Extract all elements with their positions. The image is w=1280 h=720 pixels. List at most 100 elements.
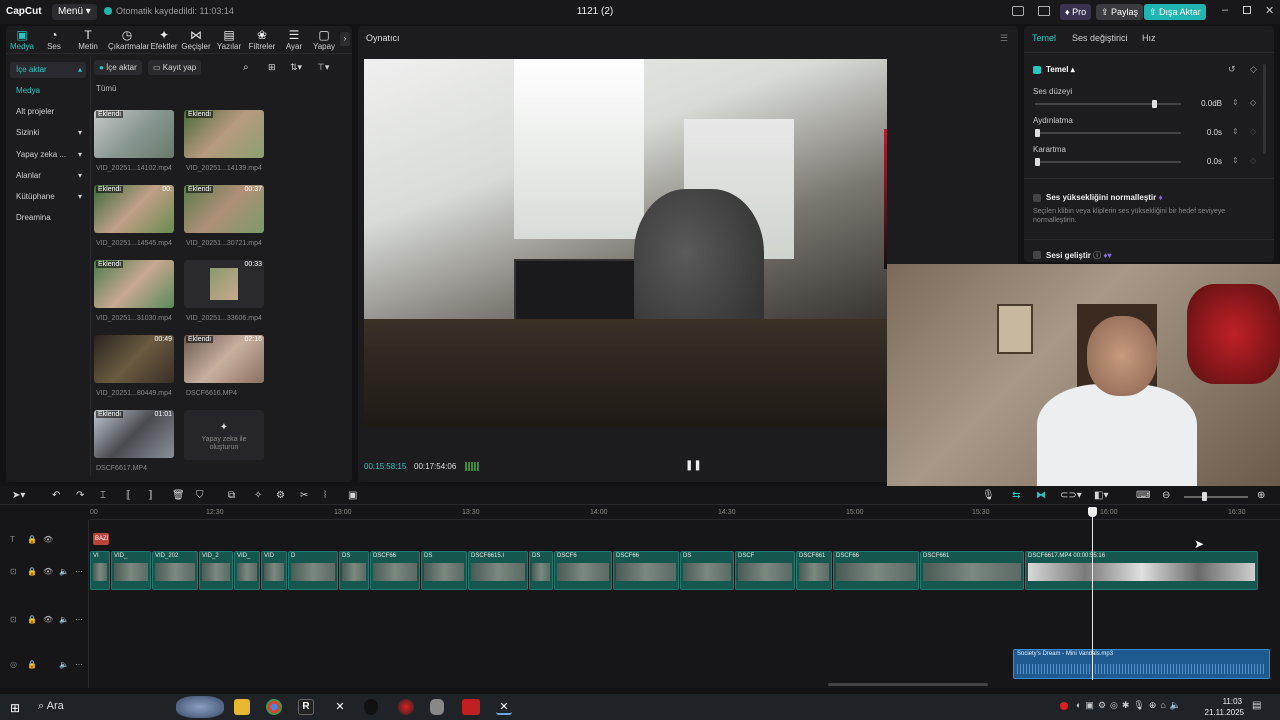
close-icon[interactable]: ✕ (1265, 4, 1274, 17)
stepper-icon[interactable]: ⇕ (1232, 127, 1239, 136)
main-track-magnet-icon[interactable]: ⇆ (1012, 490, 1020, 501)
timeline-clip[interactable]: VID_ (111, 551, 151, 590)
timeline-clip[interactable]: VID (261, 551, 287, 590)
nav-yours[interactable]: Sizinki ▾ (10, 125, 86, 141)
windows-start-icon[interactable]: ⊞ (10, 701, 20, 715)
share-button[interactable]: ⇪ Paylaş (1096, 4, 1144, 20)
lock-icon[interactable]: 🔒 (27, 535, 37, 544)
more-icon[interactable]: ⋯ (75, 567, 83, 576)
zoom-in-icon[interactable]: ⊕ (1257, 490, 1265, 501)
link-icon[interactable]: ⊂⊃▾ (1060, 490, 1082, 501)
capcut-active-icon[interactable]: ✕ (496, 699, 512, 715)
fade-out-slider[interactable] (1035, 161, 1181, 163)
timeline-clip[interactable]: VI (90, 551, 110, 590)
audio-clip[interactable]: Society's Dream - Mini Vandals.mp3 (1013, 649, 1270, 679)
tab-basic[interactable]: Temel (1032, 33, 1056, 43)
timeline-scrollbar[interactable] (828, 683, 988, 686)
timeline-clip[interactable]: D (288, 551, 338, 590)
tools-scroll-right[interactable]: › (340, 32, 350, 46)
ai-tool-icon[interactable]: ✧ (254, 490, 262, 501)
tab-speed[interactable]: Hız (1142, 33, 1156, 43)
lock-icon[interactable]: 🔒 (27, 615, 37, 624)
timeline-clip[interactable]: DS (529, 551, 553, 590)
speaker-icon[interactable]: 🔈 (59, 660, 69, 669)
more-icon[interactable]: ⋯ (75, 615, 83, 624)
timeline-clip[interactable]: DS (680, 551, 734, 590)
tray-icons[interactable]: ◐▣⚙◎✱🎙⊕⌂🔈 (1076, 700, 1185, 711)
timeline-clip[interactable]: VID_2 (199, 551, 233, 590)
nav-media[interactable]: Medya (10, 83, 86, 99)
import-button[interactable]: ● İçe aktar (94, 60, 142, 75)
undo-icon[interactable]: ↶ (52, 490, 60, 501)
delete-icon[interactable]: 🗑 (172, 490, 185, 501)
remove-bg-icon[interactable]: ✂ (300, 490, 308, 501)
widget-icon[interactable] (176, 696, 224, 718)
fade-out-slider-knob[interactable] (1035, 158, 1040, 166)
chrome-icon[interactable] (266, 699, 282, 715)
basic-checkbox[interactable] (1033, 66, 1041, 74)
shortcuts-icon[interactable] (1038, 6, 1050, 16)
nav-library[interactable]: Kütüphane ▾ (10, 189, 86, 205)
keyframe-icon[interactable]: ◇ (1250, 64, 1257, 75)
timeline-clip[interactable]: DSCF66 (370, 551, 420, 590)
timecode-mode-icon[interactable] (465, 462, 479, 471)
layout-icon[interactable] (1012, 6, 1024, 16)
lock-icon[interactable]: 🔒 (27, 567, 37, 576)
tab-effects[interactable]: ✦ Efektler (148, 28, 180, 51)
stepper-icon[interactable]: ⇕ (1232, 156, 1239, 165)
maximize-icon[interactable] (1243, 6, 1251, 14)
sort-icon[interactable]: ⇅▾ (290, 62, 302, 73)
more-icon[interactable]: ⋯ (75, 660, 83, 669)
tab-ai[interactable]: ▢ Yapay (308, 28, 340, 51)
cover-icon[interactable]: ▣ (348, 490, 357, 501)
speaker-icon[interactable]: 🔈 (59, 615, 69, 624)
media-thumb[interactable]: Eklendi 01:01 (94, 410, 174, 458)
media-thumb[interactable]: 00:49 (94, 335, 174, 383)
fade-out-value[interactable]: 0.0s (1190, 156, 1222, 168)
taskbar-search[interactable]: ⌕ Ara (38, 700, 64, 713)
media-thumb[interactable]: Eklendi 00:37 (184, 185, 264, 233)
pause-icon[interactable]: ❚❚ (685, 460, 702, 471)
normalize-checkbox[interactable] (1033, 194, 1041, 202)
media-thumb[interactable]: 00:33 (184, 260, 264, 308)
lock-icon[interactable]: 🔒 (27, 660, 37, 669)
nav-ai[interactable]: Yapay zeka ... ▾ (10, 147, 86, 163)
timeline-clip[interactable]: DSCF6615.I (468, 551, 528, 590)
audio-split-icon[interactable]: ⦚ (324, 490, 326, 501)
player-menu-icon[interactable]: ☰ (1000, 33, 1008, 44)
timeline-clip[interactable]: DS (339, 551, 369, 590)
inspector-scrollbar[interactable] (1263, 64, 1266, 154)
ai-create-card[interactable]: ✦ Yapay zeka ile oluşturun (184, 410, 264, 460)
volume-slider[interactable] (1035, 103, 1181, 105)
timeline-clip[interactable]: DSCF (735, 551, 795, 590)
capcut-icon[interactable]: ✕ (332, 699, 348, 715)
crop-icon[interactable]: ⧉ (228, 490, 235, 501)
tab-media[interactable]: ▣ Medya (6, 28, 38, 51)
auto-snap-icon[interactable]: ⧓ (1036, 490, 1046, 501)
reset-icon[interactable]: ↺ (1228, 64, 1236, 75)
preview-axis-icon[interactable]: ◧▾ (1094, 490, 1108, 501)
media-thumb[interactable]: Eklendi (94, 110, 174, 158)
pip-overlay[interactable] (887, 264, 1280, 486)
fade-in-value[interactable]: 0.0s (1190, 127, 1222, 139)
tab-voice-changer[interactable]: Ses değiştirici (1072, 33, 1128, 43)
timeline-clip[interactable]: DSCF6617.MP4 00:00:55:16 (1025, 551, 1258, 590)
record-tray-icon[interactable] (1060, 702, 1068, 710)
speaker-icon[interactable]: 🔈 (59, 567, 69, 576)
adjust-tool-icon[interactable]: ⚙ (276, 490, 285, 501)
select-tool-icon[interactable]: ➤▾ (12, 490, 25, 501)
tab-stickers[interactable]: ◷ Çıkartmalar (108, 28, 149, 51)
nav-dreamina[interactable]: Dreamina (10, 210, 86, 226)
search-icon[interactable]: ⌕ (243, 62, 249, 73)
media-thumb[interactable]: Eklendi 00: (94, 185, 174, 233)
zoom-out-icon[interactable]: ⊖ (1162, 490, 1170, 501)
split-icon[interactable]: ⌶ (100, 490, 106, 501)
file-explorer-icon[interactable] (234, 699, 250, 715)
media-thumb[interactable]: Eklendi (184, 110, 264, 158)
fade-in-slider[interactable] (1035, 132, 1181, 134)
record-button[interactable]: ▭ Kayıt yap (148, 60, 202, 75)
eye-icon[interactable]: 👁 (43, 615, 53, 624)
playhead[interactable] (1092, 512, 1093, 680)
fade-in-slider-knob[interactable] (1035, 129, 1040, 137)
text-clip[interactable]: BAZI (93, 533, 109, 545)
